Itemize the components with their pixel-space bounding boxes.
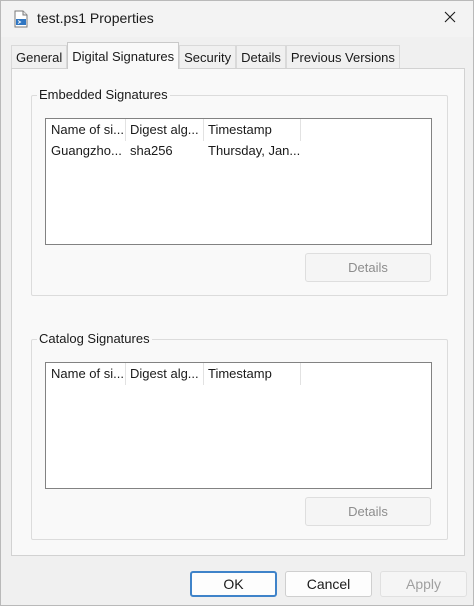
cancel-button[interactable]: Cancel	[285, 571, 372, 597]
dialog-footer: OK Cancel Apply	[1, 557, 473, 605]
column-header-timestamp[interactable]: Timestamp	[203, 363, 300, 385]
catalog-signatures-group: Catalog Signatures Name of si... Digest …	[31, 331, 448, 540]
tab-previous-versions[interactable]: Previous Versions	[285, 45, 400, 69]
tab-strip: General Digital Signatures Security Deta…	[11, 42, 400, 69]
column-divider[interactable]	[300, 363, 301, 385]
embedded-details-button[interactable]: Details	[305, 253, 431, 282]
column-header-timestamp[interactable]: Timestamp	[203, 119, 300, 141]
powershell-script-file-icon	[13, 10, 29, 28]
embedded-signatures-group: Embedded Signatures Name of si... Digest…	[31, 87, 448, 296]
column-header-name[interactable]: Name of si...	[46, 363, 125, 385]
list-header: Name of si... Digest alg... Timestamp	[46, 119, 431, 141]
embedded-signatures-label: Embedded Signatures	[37, 87, 170, 102]
table-row[interactable]: Guangzho... sha256 Thursday, Jan...	[46, 141, 431, 160]
cell-signer-name: Guangzho...	[51, 143, 122, 158]
column-divider[interactable]	[300, 119, 301, 141]
cell-digest-algorithm: sha256	[130, 143, 173, 158]
catalog-signatures-list[interactable]: Name of si... Digest alg... Timestamp	[45, 362, 432, 489]
tab-digital-signatures[interactable]: Digital Signatures	[67, 42, 180, 69]
window-title: test.ps1 Properties	[37, 10, 154, 26]
properties-window: test.ps1 Properties General Digital Sign…	[0, 0, 474, 606]
column-header-name[interactable]: Name of si...	[46, 119, 125, 141]
list-header: Name of si... Digest alg... Timestamp	[46, 363, 431, 385]
close-icon	[444, 10, 456, 28]
column-header-digest[interactable]: Digest alg...	[125, 119, 203, 141]
tab-security[interactable]: Security	[179, 45, 237, 69]
column-header-digest[interactable]: Digest alg...	[125, 363, 203, 385]
digital-signatures-panel: Embedded Signatures Name of si... Digest…	[11, 68, 465, 556]
catalog-signatures-label: Catalog Signatures	[37, 331, 152, 346]
tab-details[interactable]: Details	[236, 45, 286, 69]
tab-general[interactable]: General	[11, 45, 68, 69]
close-button[interactable]	[427, 1, 473, 37]
title-bar[interactable]: test.ps1 Properties	[1, 1, 473, 37]
catalog-details-button[interactable]: Details	[305, 497, 431, 526]
cell-timestamp: Thursday, Jan...	[208, 143, 300, 158]
apply-button[interactable]: Apply	[380, 571, 467, 597]
embedded-signatures-list[interactable]: Name of si... Digest alg... Timestamp Gu…	[45, 118, 432, 245]
ok-button[interactable]: OK	[190, 571, 277, 597]
